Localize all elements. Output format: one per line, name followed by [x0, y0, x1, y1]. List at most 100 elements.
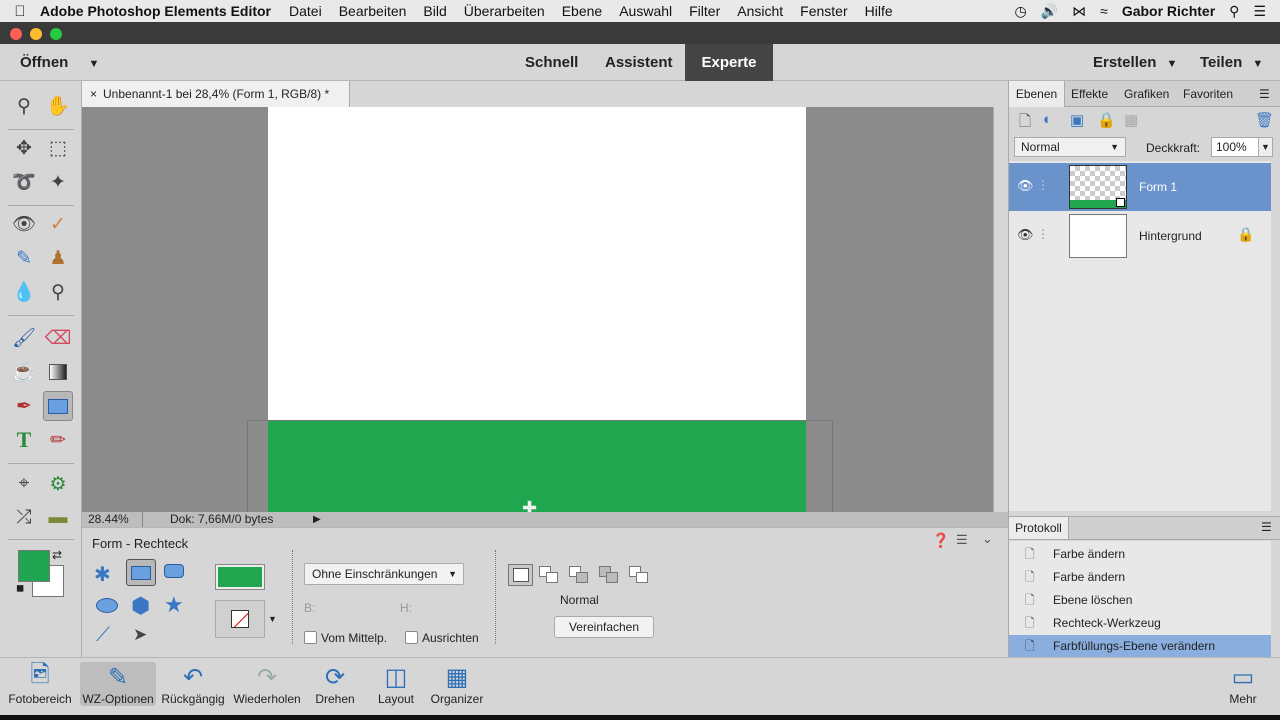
swap-colors-icon[interactable]: ⇄ — [52, 548, 62, 562]
photo-bin-button[interactable]: 🖻 Fotobereich — [4, 661, 76, 707]
exclude-shape-icon[interactable] — [629, 566, 651, 586]
menu-bearbeiten[interactable]: Bearbeiten — [339, 3, 407, 19]
star-icon[interactable]: ★ — [164, 592, 184, 618]
link-icon[interactable]: ⋮ — [1037, 227, 1049, 241]
style-dropdown-arrow-icon[interactable]: ▼ — [268, 614, 277, 624]
spotlight-search-icon[interactable]: ⚲ — [1229, 3, 1239, 20]
collapse-options-icon[interactable]: ⌄ — [982, 531, 993, 547]
mode-quick-tab[interactable]: Schnell — [510, 44, 593, 81]
notification-center-icon[interactable]: ☰ — [1253, 3, 1266, 20]
document-tab[interactable]: × Unbenannt-1 bei 28,4% (Form 1, RGB/8) * — [82, 81, 350, 107]
healing-brush-icon[interactable]: ✓ — [43, 209, 73, 239]
add-to-shape-icon[interactable] — [539, 566, 561, 586]
close-document-icon[interactable]: × — [90, 87, 97, 101]
recompose-tool-icon[interactable]: ⚙ — [43, 469, 73, 499]
delete-layer-icon[interactable]: 🗑 — [1255, 111, 1274, 129]
text-tool-icon[interactable]: T — [9, 425, 39, 455]
create-button[interactable]: Erstellen ▼ — [1093, 54, 1177, 71]
gradient-tool-icon[interactable] — [43, 357, 73, 387]
link-icon[interactable]: ⋮ — [1037, 178, 1049, 192]
line-icon[interactable]: ⟋ — [96, 624, 110, 647]
simplify-button[interactable]: Vereinfachen — [554, 616, 654, 638]
rectangle-tool-icon[interactable] — [43, 391, 73, 421]
visibility-eye-icon[interactable]: 👁 — [1017, 227, 1034, 243]
rounded-rectangle-icon[interactable] — [164, 564, 184, 578]
eyedropper-tool-icon[interactable]: ✒ — [9, 391, 39, 421]
canvas-document[interactable] — [268, 107, 806, 420]
content-move-tool-icon[interactable]: ⤮ — [9, 503, 39, 533]
apple-icon[interactable]:  — [0, 3, 40, 20]
clone-stamp-icon[interactable]: ♟ — [43, 243, 73, 273]
constraint-select[interactable]: Ohne Einschränkungen ▼ — [304, 563, 464, 585]
history-menu-icon[interactable]: ☰ — [1261, 520, 1272, 534]
tab-favorites[interactable]: Favoriten — [1183, 81, 1233, 107]
history-item[interactable]: 🗋 Farbe ändern — [1009, 566, 1271, 589]
tab-graphics[interactable]: Grafiken — [1124, 81, 1169, 107]
undo-button[interactable]: ↶ Rückgängig — [158, 662, 228, 707]
opacity-input[interactable]: 100% ▼ — [1211, 137, 1273, 157]
tool-options-button[interactable]: ✎ WZ-Optionen — [80, 662, 156, 706]
app-name-menu[interactable]: Adobe Photoshop Elements Editor — [40, 3, 271, 19]
open-button[interactable]: Öffnen ▼ — [20, 54, 99, 71]
zoom-window-button[interactable] — [50, 28, 62, 40]
menu-datei[interactable]: Datei — [289, 3, 322, 19]
panel-menu-icon[interactable]: ☰ — [1259, 81, 1270, 107]
mode-expert-tab[interactable]: Experte — [685, 44, 773, 81]
sponge-tool-icon[interactable]: ⚲ — [43, 277, 73, 307]
smart-brush-icon[interactable]: ✎ — [9, 243, 39, 273]
lock-transparency-icon[interactable]: ▦ — [1124, 111, 1138, 129]
menu-hilfe[interactable]: Hilfe — [865, 3, 893, 19]
rotate-button[interactable]: ⟳ Drehen — [305, 662, 365, 707]
history-item[interactable]: 🗋 Ebene löschen — [1009, 589, 1271, 612]
layer-row-form1[interactable]: 👁 ⋮ Form 1 — [1009, 163, 1271, 211]
user-name[interactable]: Gabor Richter — [1122, 3, 1215, 19]
minimize-window-button[interactable] — [30, 28, 42, 40]
hand-tool-icon[interactable]: ✋ — [43, 91, 73, 121]
move-tool-icon[interactable]: ✥ — [9, 133, 39, 163]
adjustment-layer-icon[interactable]: ◐ — [1043, 111, 1052, 128]
more-button[interactable]: ▭ Mehr — [1218, 662, 1268, 707]
menu-ueberarbeiten[interactable]: Überarbeiten — [464, 3, 545, 19]
history-item-selected[interactable]: 🗋 Farbfüllungs-Ebene verändern — [1009, 635, 1271, 658]
rectangle-shape-button[interactable] — [126, 559, 156, 586]
eraser-tool-icon[interactable]: ⌫ — [43, 323, 73, 353]
share-button[interactable]: Teilen ▼ — [1200, 54, 1263, 71]
lock-all-icon[interactable]: 🔒 — [1097, 111, 1116, 129]
canvas-area[interactable]: ✚ — [82, 107, 993, 512]
tab-history[interactable]: Protokoll — [1009, 517, 1069, 539]
bluetooth-icon[interactable]: ⋈ — [1072, 3, 1086, 20]
polygon-icon[interactable]: ⬢ — [131, 593, 150, 619]
custom-shape-icon[interactable]: ✱ — [94, 562, 111, 587]
paint-bucket-icon[interactable]: ☕ — [9, 357, 39, 387]
marquee-tool-icon[interactable]: ⬚ — [43, 133, 73, 163]
crop-tool-icon[interactable]: ⌖ — [9, 469, 39, 499]
tab-effects[interactable]: Effekte — [1071, 81, 1108, 107]
style-picker[interactable] — [215, 600, 265, 638]
layout-button[interactable]: ◫ Layout — [370, 662, 422, 707]
red-eye-tool-icon[interactable]: 👁 — [9, 209, 39, 239]
from-center-checkbox[interactable]: Vom Mittelp. — [304, 631, 387, 645]
zoom-level[interactable]: 28.44% — [88, 512, 129, 527]
brush-tool-icon[interactable]: 🖌 — [9, 323, 39, 353]
vertical-scrollbar[interactable] — [993, 107, 1008, 512]
menu-ebene[interactable]: Ebene — [562, 3, 602, 19]
straighten-tool-icon[interactable]: ▬ — [43, 503, 73, 533]
status-menu-arrow-icon[interactable]: ▶ — [313, 512, 321, 527]
menu-bild[interactable]: Bild — [423, 3, 446, 19]
history-item[interactable]: 🗋 Farbe ändern — [1009, 543, 1271, 566]
menu-ansicht[interactable]: Ansicht — [737, 3, 783, 19]
time-machine-icon[interactable]: ◷ — [1014, 3, 1026, 20]
default-colors-icon[interactable]: ◼ — [16, 583, 24, 594]
redo-button[interactable]: ↷ Wiederholen — [231, 662, 303, 707]
layer-row-background[interactable]: 👁 ⋮ Hintergrund 🔒 — [1009, 212, 1271, 260]
layer-mask-icon[interactable]: ▣ — [1070, 111, 1084, 129]
zoom-tool-icon[interactable]: ⚲ — [9, 91, 39, 121]
close-window-button[interactable] — [10, 28, 22, 40]
magic-wand-tool-icon[interactable]: ✦ — [43, 167, 73, 197]
blur-tool-icon[interactable]: 💧 — [9, 277, 39, 307]
visibility-eye-icon[interactable]: 👁 — [1017, 178, 1034, 194]
volume-icon[interactable]: 🔊 — [1041, 3, 1058, 20]
fill-color-picker[interactable] — [215, 564, 265, 590]
history-item[interactable]: 🗋 Rechteck-Werkzeug — [1009, 612, 1271, 635]
blend-mode-select[interactable]: Normal ▼ — [1014, 137, 1126, 157]
